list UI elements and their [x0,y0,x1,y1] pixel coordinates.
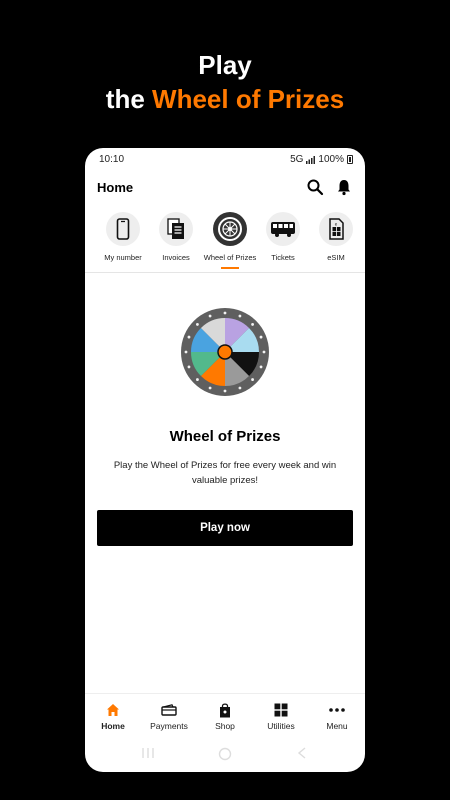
network-label: 5G [290,154,304,165]
bottom-nav: Home Payments Shop Utilities Menu [85,693,365,739]
shortcut-label: eSIM [327,253,345,262]
wallet-icon [161,704,177,716]
back-icon[interactable] [297,747,307,759]
bus-icon [271,222,295,237]
wheel-light [223,311,227,315]
system-navigation-bar [85,742,365,766]
nav-label: Shop [215,721,235,731]
status-right: 5G 100% [290,154,353,165]
more-icon [329,708,345,712]
shortcut-circle [266,212,300,246]
wheel-light [196,378,199,381]
nav-label: Payments [150,721,188,731]
shortcut-circle [213,212,247,246]
shortcut-wheel-of-prizes[interactable]: Wheel of Prizes [202,212,258,269]
nav-label: Utilities [267,721,295,731]
nav-label: Home [101,721,125,731]
app-header: Home [85,178,365,198]
wheel-light [238,314,242,318]
promo-line-2-prefix: the [105,84,153,114]
wheel-light [259,335,263,339]
wheel-light [238,386,242,390]
nav-item-menu[interactable]: Menu [309,702,365,731]
signal-icon [306,155,316,164]
nav-item-utilities[interactable]: Utilities [253,702,309,731]
wheel-light [187,335,191,339]
wheel-light [208,314,212,318]
wheel-light [196,323,199,326]
nav-label: Menu [326,721,348,731]
wheel-light [187,365,191,369]
status-time: 10:10 [99,154,125,165]
shortcut-label: Invoices [162,253,190,262]
wheel-hub [217,344,233,360]
wheel-icon [218,217,242,241]
recents-icon[interactable] [141,747,155,759]
wheel-light [251,378,254,381]
phone-icon [116,218,130,240]
nav-item-shop[interactable]: Shop [197,702,253,731]
active-tab-indicator [221,267,239,269]
shortcut-circle [159,212,193,246]
phone-screen: 10:10 5G 100% Home My number Invoices Wh… [85,148,365,772]
bell-icon[interactable] [335,178,353,196]
nav-item-home[interactable]: Home [85,702,141,731]
home-system-icon[interactable] [218,747,232,761]
page-title: Home [97,180,134,195]
shopping-bag-icon [220,702,230,717]
battery-label: 100% [318,154,344,165]
content-title: Wheel of Prizes [169,428,281,445]
promo-line-2: the Wheel of Prizes [0,84,450,115]
wheel-light [262,350,266,354]
shortcut-tickets[interactable]: Tickets [255,212,311,262]
shortcut-circle: e [319,212,353,246]
shortcut-bar: My number Invoices Wheel of Prizes Ticke… [85,212,365,269]
shortcut-label: My number [104,253,142,262]
shortcut-invoices[interactable]: Invoices [148,212,204,262]
wheel-light [259,365,263,369]
wheel-of-prizes-illustration [181,308,269,396]
shortcut-my-number[interactable]: My number [95,212,151,262]
esim-icon: e [329,218,344,240]
content-description: Play the Wheel of Prizes for free every … [113,460,337,486]
grid-icon [274,703,288,717]
wheel-light [251,323,254,326]
shortcut-esim[interactable]: e eSIM [308,212,364,262]
shortcut-label: Wheel of Prizes [203,253,257,262]
wheel-light [208,386,212,390]
status-bar: 10:10 5G 100% [85,154,365,168]
shortcut-circle [106,212,140,246]
invoice-icon [167,218,184,239]
nav-item-payments[interactable]: Payments [141,702,197,731]
play-now-button[interactable]: Play now [97,510,353,546]
wheel-light [184,350,188,354]
shortcut-label: Tickets [271,253,295,262]
divider [85,272,365,273]
svg-text:e: e [335,222,338,227]
battery-icon [347,155,353,164]
promo-line-1: Play [198,50,252,80]
wheel-light [223,389,227,393]
promo-line-2-accent: Wheel of Prizes [152,84,345,114]
home-icon [107,704,119,716]
search-icon[interactable] [306,178,324,196]
